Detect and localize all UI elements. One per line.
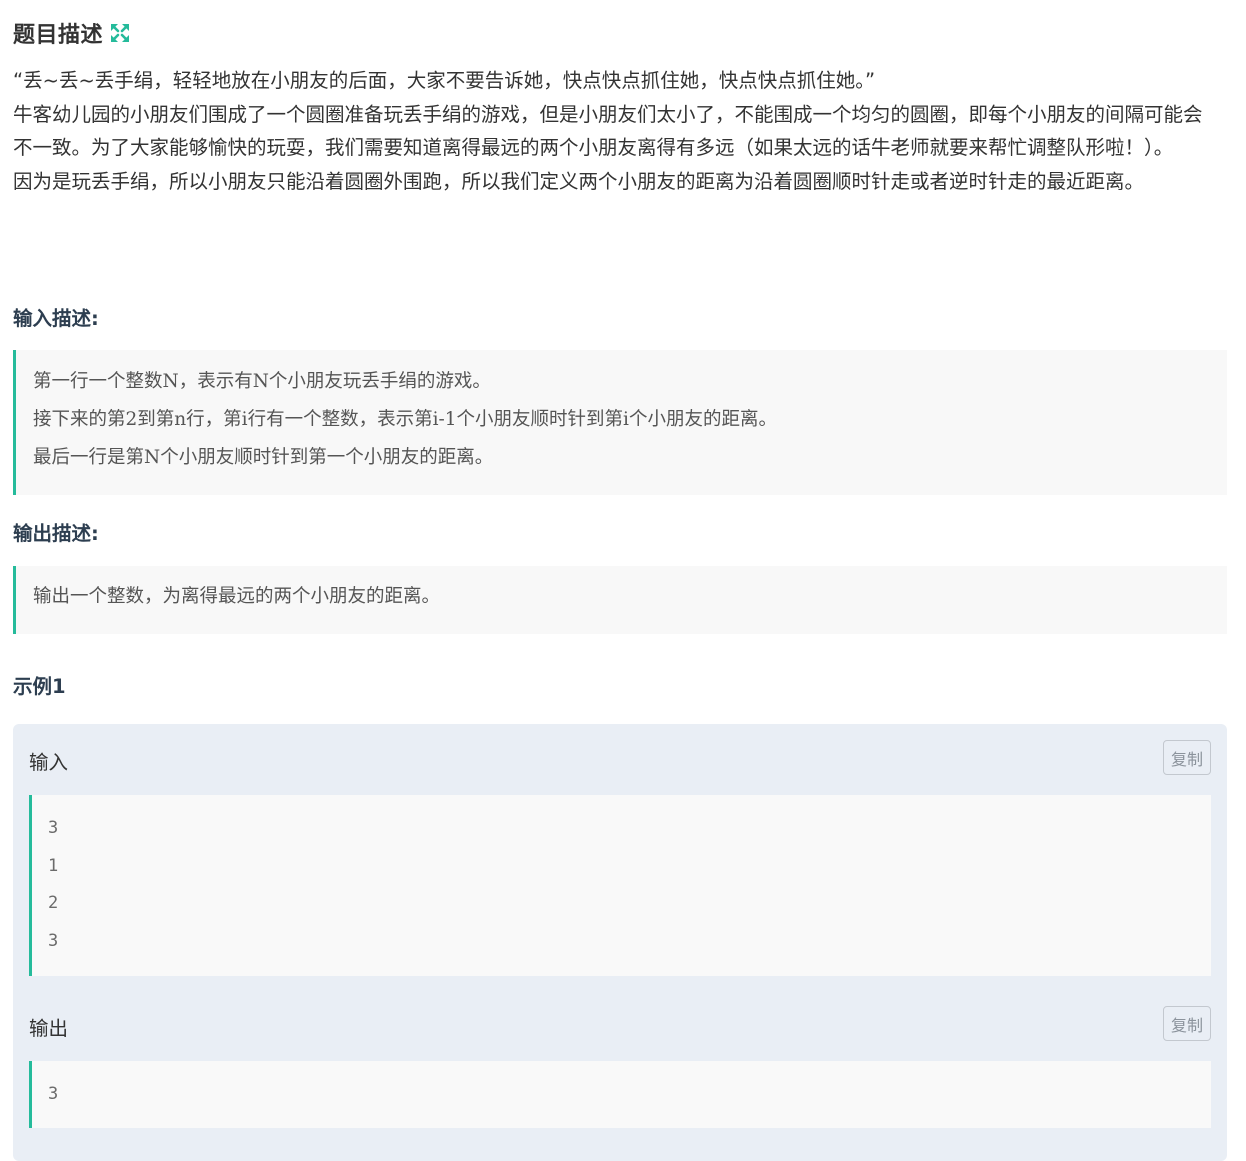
code-line: 3 (48, 818, 59, 838)
input-description-heading: 输入描述: (13, 307, 99, 330)
code-line: 2 (48, 893, 59, 913)
input-description-line: 第一行一个整数N，表示有N个小朋友玩丢手绢的游戏。 (33, 371, 491, 392)
copy-input-button[interactable]: 复制 (1163, 740, 1211, 775)
input-description-box: 第一行一个整数N，表示有N个小朋友玩丢手绢的游戏。 接下来的第2到第n行，第i行… (13, 350, 1227, 495)
page-title: 题目描述 (13, 23, 104, 48)
title-row: 题目描述 (13, 16, 131, 50)
output-description-line: 输出一个整数，为离得最远的两个小朋友的距离。 (33, 586, 441, 607)
example-heading: 示例1 (13, 675, 66, 698)
code-line: 3 (48, 1084, 59, 1104)
description-paragraph: 牛客幼儿园的小朋友们围成了一个圆圈准备玩丢手绢的游戏，但是小朋友们太小了，不能围… (13, 102, 1203, 160)
code-line: 3 (48, 930, 59, 951)
expand-icon[interactable] (109, 22, 131, 44)
output-description-heading: 输出描述: (13, 522, 99, 545)
example-panel: 输入 复制 3 1 2 3 输出 复制 3 (13, 724, 1227, 1161)
problem-description: “丢~丢~丢手绢，轻轻地放在小朋友的后面，大家不要告诉她，快点快点抓住她，快点快… (13, 64, 1218, 199)
code-line: 1 (48, 855, 59, 876)
description-paragraph: 因为是玩丢手绢，所以小朋友只能沿着圆圈外围跑，所以我们定义两个小朋友的距离为沿着… (13, 170, 1145, 194)
example-output-label: 输出 (29, 1017, 69, 1040)
description-paragraph: “丢~丢~丢手绢，轻轻地放在小朋友的后面，大家不要告诉她，快点快点抓住她，快点快… (13, 69, 876, 92)
input-description-line: 最后一行是第N个小朋友顺时针到第一个小朋友的距离。 (33, 447, 494, 468)
copy-output-button[interactable]: 复制 (1163, 1006, 1211, 1041)
example-input-label: 输入 (29, 751, 69, 774)
input-description-line: 接下来的第2到第n行，第i行有一个整数，表示第i-1个小朋友顺时针到第i个小朋友… (33, 409, 777, 430)
output-description-box: 输出一个整数，为离得最远的两个小朋友的距离。 (13, 566, 1227, 634)
example-output-code: 3 (29, 1061, 1211, 1128)
example-input-code: 3 1 2 3 (29, 795, 1211, 976)
